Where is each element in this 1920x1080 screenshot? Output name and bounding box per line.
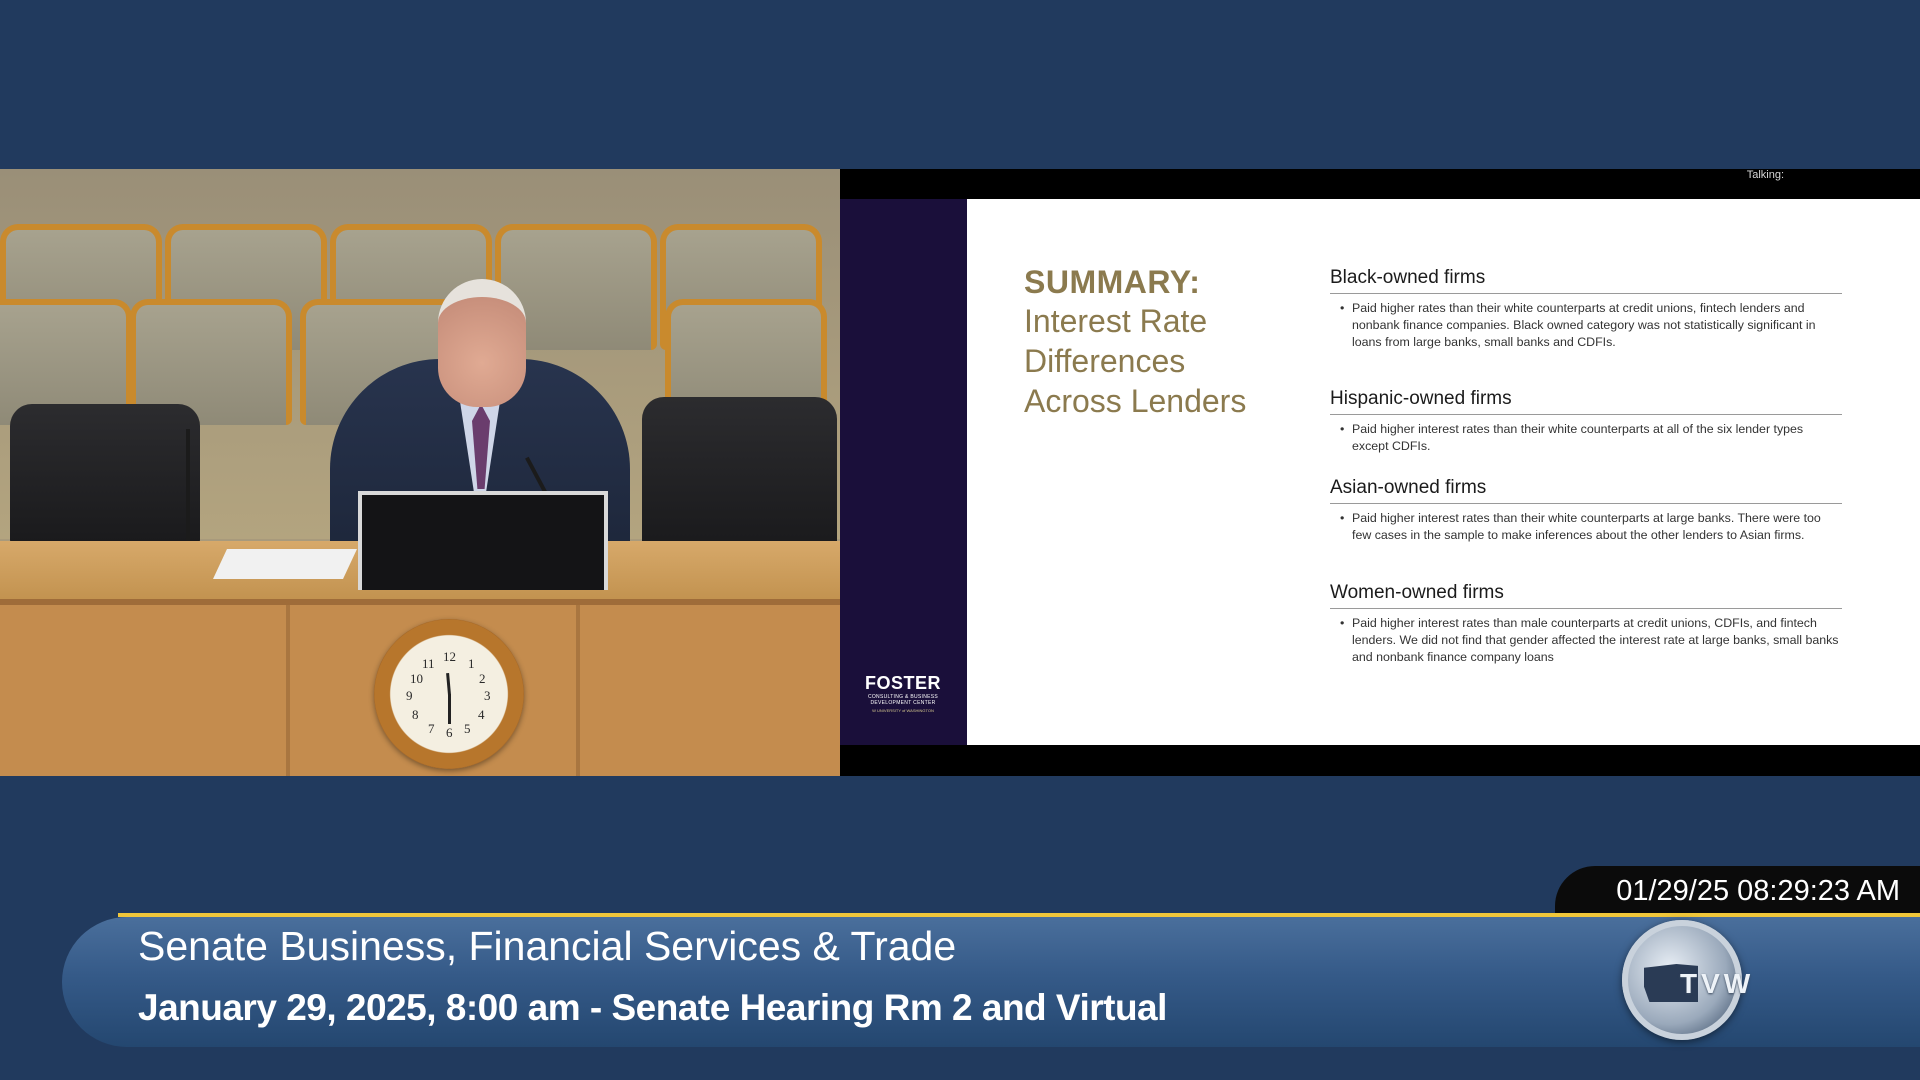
section-bullet: Paid higher rates than their white count… bbox=[1330, 300, 1842, 351]
desk-chair bbox=[642, 397, 837, 547]
speaker-head bbox=[438, 279, 526, 407]
slide-title: SUMMARY: Interest Rate Differences Acros… bbox=[1024, 264, 1284, 421]
section-black-owned: Black-owned firms Paid higher rates than… bbox=[1330, 267, 1842, 388]
talking-indicator: Talking: bbox=[1746, 169, 1784, 181]
desk-chair bbox=[10, 404, 200, 544]
clock-minute-hand bbox=[448, 694, 451, 724]
clock-numeral: 12 bbox=[443, 649, 456, 664]
section-bullet: Paid higher interest rates than their wh… bbox=[1330, 510, 1842, 544]
slide-title-line: Differences bbox=[1024, 343, 1186, 379]
monitor bbox=[358, 491, 608, 590]
presentation-feed: Talking: FOSTER CONSULTING & BUSINESS DE… bbox=[840, 169, 1920, 776]
clock-numeral: 5 bbox=[464, 721, 471, 736]
clock-numeral: 8 bbox=[412, 707, 419, 722]
banner-title: Senate Business, Financial Services & Tr… bbox=[138, 923, 957, 969]
slide-title-line: Interest Rate bbox=[1024, 303, 1208, 339]
wall-clock-icon: 12 1 2 3 4 5 6 7 8 9 10 11 bbox=[374, 619, 524, 769]
tvw-logo-icon: TVW bbox=[1622, 920, 1750, 1040]
timestamp: 01/29/25 08:29:23 AM bbox=[1616, 875, 1900, 907]
slide-sidebar: FOSTER CONSULTING & BUSINESS DEVELOPMENT… bbox=[840, 199, 967, 745]
clock-numeral: 2 bbox=[479, 671, 486, 686]
timestamp-box: 01/29/25 08:29:23 AM bbox=[1555, 866, 1920, 914]
clock-hour-hand bbox=[446, 672, 451, 696]
section-asian-owned: Asian-owned firms Paid higher interest r… bbox=[1330, 477, 1842, 582]
clock-numeral: 4 bbox=[478, 707, 485, 722]
papers bbox=[213, 549, 357, 579]
section-bullet: Paid higher interest rates than male cou… bbox=[1330, 615, 1842, 666]
tvw-logo-text: TVW bbox=[1680, 968, 1755, 999]
clock-numeral: 10 bbox=[410, 671, 423, 686]
slide-title-bold: SUMMARY: bbox=[1024, 264, 1201, 300]
section-heading: Black-owned firms bbox=[1330, 267, 1842, 294]
clock-numeral: 7 bbox=[428, 721, 435, 736]
section-heading: Women-owned firms bbox=[1330, 582, 1842, 609]
clock-numeral: 9 bbox=[406, 688, 413, 703]
section-women-owned: Women-owned firms Paid higher interest r… bbox=[1330, 582, 1842, 666]
clock-numeral: 1 bbox=[468, 656, 475, 671]
section-bullet: Paid higher interest rates than their wh… bbox=[1330, 421, 1842, 455]
section-heading: Hispanic-owned firms bbox=[1330, 388, 1842, 415]
section-hispanic-owned: Hispanic-owned firms Paid higher interes… bbox=[1330, 388, 1842, 477]
clock-face: 12 1 2 3 4 5 6 7 8 9 10 11 bbox=[406, 649, 492, 740]
clock-numeral: 11 bbox=[422, 656, 435, 671]
banner-subtitle: January 29, 2025, 8:00 am - Senate Heari… bbox=[138, 987, 1167, 1028]
section-heading: Asian-owned firms bbox=[1330, 477, 1842, 504]
slide: SUMMARY: Interest Rate Differences Acros… bbox=[967, 199, 1920, 745]
clock-numeral: 6 bbox=[446, 725, 453, 740]
clock-numeral: 3 bbox=[484, 688, 491, 703]
slide-sections: Black-owned firms Paid higher rates than… bbox=[1330, 267, 1842, 666]
foster-logo: FOSTER CONSULTING & BUSINESS DEVELOPMENT… bbox=[864, 673, 941, 713]
camera-feed: 12 1 2 3 4 5 6 7 8 9 10 11 bbox=[0, 169, 840, 776]
slide-title-line: Across Lenders bbox=[1024, 383, 1247, 419]
